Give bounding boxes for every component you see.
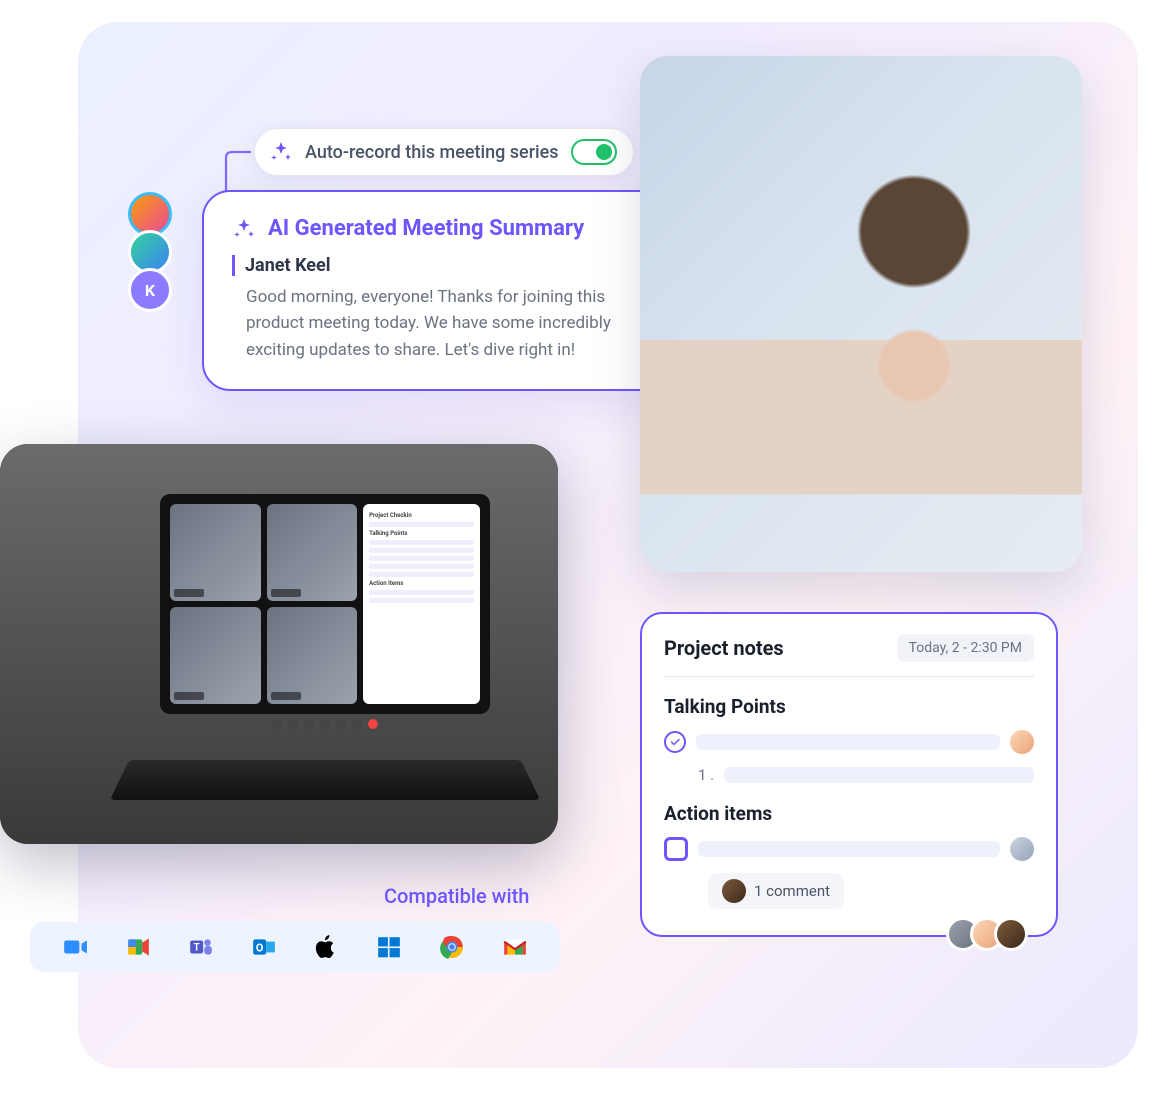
windows-icon	[376, 934, 402, 960]
subitem-number: 1 .	[698, 766, 714, 784]
video-tile	[170, 504, 261, 601]
avatar-letter: K	[128, 268, 172, 312]
microsoft-teams-icon: T	[188, 934, 214, 960]
subitem-text-placeholder[interactable]	[724, 767, 1034, 783]
participant-avatars: K	[128, 192, 172, 312]
summary-body: Good morning, everyone! Thanks for joini…	[232, 284, 662, 363]
hero-photo	[640, 56, 1082, 572]
panel-title: Project Checkin	[369, 512, 474, 519]
collaborators	[946, 917, 1028, 951]
sparkle-icon	[269, 140, 293, 164]
auto-record-label: Auto-record this meeting series	[305, 142, 559, 163]
comments-chip[interactable]: 1 comment	[708, 873, 844, 909]
unchecked-checkbox[interactable]	[664, 837, 688, 861]
laptop-photo: Project Checkin Talking Points Action It…	[0, 444, 558, 844]
svg-text:O: O	[256, 941, 264, 954]
auto-record-toggle[interactable]	[571, 139, 617, 165]
svg-text:T: T	[194, 942, 200, 953]
video-tile	[267, 607, 358, 704]
panel-heading: Talking Points	[369, 530, 474, 537]
auto-record-pill: Auto-record this meeting series	[254, 128, 634, 176]
action-items-heading: Action items	[664, 802, 1034, 825]
assignee-avatar	[1010, 837, 1034, 861]
talking-points-heading: Talking Points	[664, 695, 1034, 718]
action-item-text-placeholder[interactable]	[698, 841, 1000, 857]
comment-count: 1 comment	[754, 882, 830, 900]
talking-point-text-placeholder[interactable]	[696, 734, 1000, 750]
call-controls	[210, 719, 440, 733]
compatible-label: Compatible with	[384, 884, 529, 908]
outlook-icon: O	[251, 934, 277, 960]
zoom-icon	[62, 934, 88, 960]
speaker-name: Janet Keel	[232, 255, 662, 276]
commenter-avatar	[722, 879, 746, 903]
checked-circle-icon[interactable]	[664, 731, 686, 753]
project-notes-card: Project notes Today, 2 - 2:30 PM Talking…	[640, 612, 1058, 937]
panel-heading: Action Items	[369, 580, 474, 587]
meeting-side-panel: Project Checkin Talking Points Action It…	[363, 504, 480, 704]
notes-title: Project notes	[664, 636, 784, 660]
apple-icon	[313, 934, 339, 960]
assignee-avatar	[1010, 730, 1034, 754]
gmail-icon	[502, 934, 528, 960]
sparkle-icon	[232, 217, 256, 241]
avatar	[994, 917, 1028, 951]
notes-time-chip: Today, 2 - 2:30 PM	[897, 634, 1034, 662]
google-meet-icon	[125, 934, 151, 960]
video-tile	[267, 504, 358, 601]
video-tile	[170, 607, 261, 704]
compatible-apps-bar: T O	[30, 922, 560, 972]
summary-title: AI Generated Meeting Summary	[268, 216, 584, 241]
ai-summary-card: AI Generated Meeting Summary Janet Keel …	[202, 190, 692, 391]
chrome-icon	[439, 934, 465, 960]
